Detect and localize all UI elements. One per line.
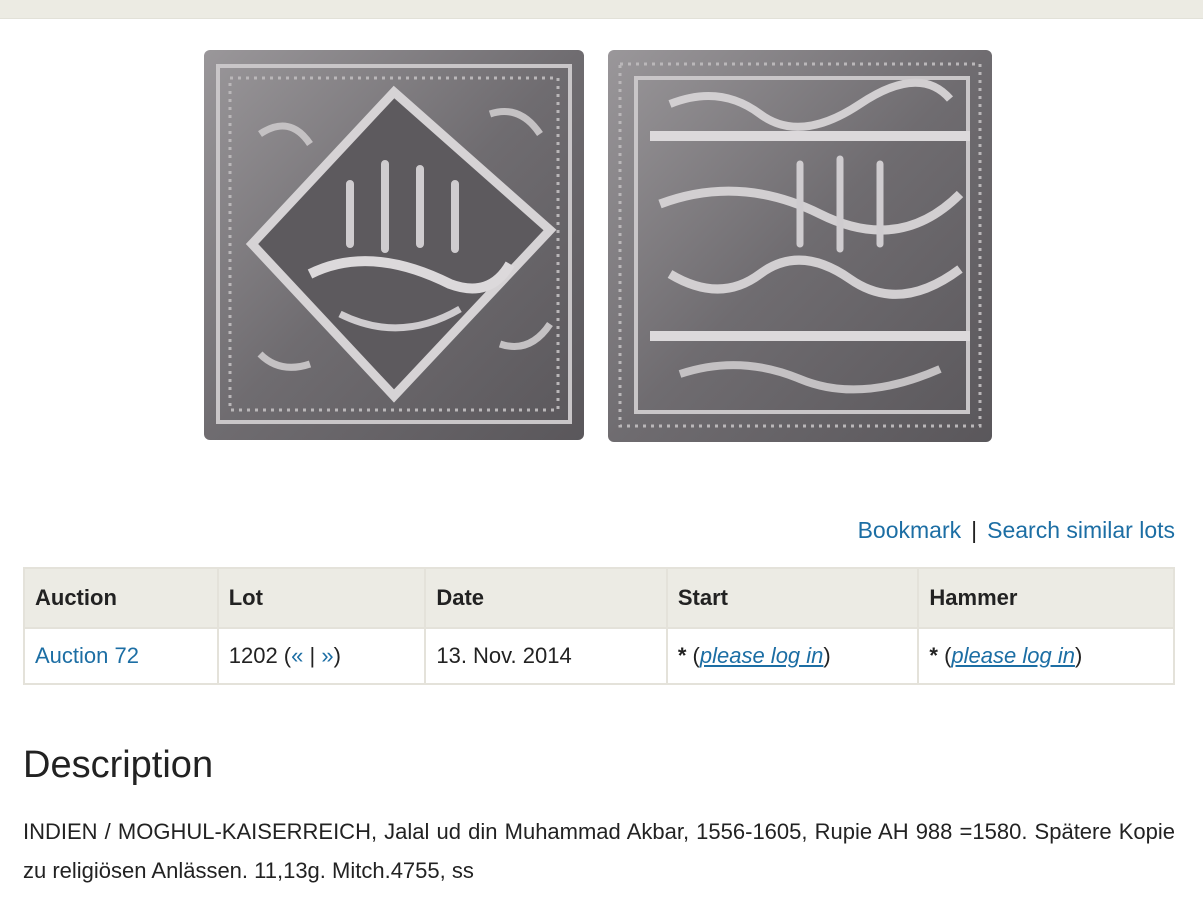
coin-image (204, 50, 992, 442)
description-heading: Description (23, 744, 214, 786)
hammer-asterisk: * (929, 643, 938, 668)
start-login-link[interactable]: please log in (700, 643, 824, 668)
lot-nav-separator: | (309, 643, 316, 668)
actions-separator: | (971, 517, 978, 543)
coin-reverse (608, 50, 992, 442)
hammer-login-link[interactable]: please log in (951, 643, 1075, 668)
header-hammer: Hammer (917, 567, 1175, 629)
cell-start: * (please log in) (665, 627, 920, 685)
lot-actions: Bookmark | Search similar lots (858, 515, 1175, 545)
cell-hammer: * (please log in) (917, 627, 1175, 685)
lot-info-table: Auction Lot Date Start Hammer Auction 72… (23, 567, 1175, 685)
header-date: Date (424, 567, 668, 629)
table-header-row: Auction Lot Date Start Hammer (23, 567, 1175, 629)
bookmark-link[interactable]: Bookmark (858, 517, 962, 543)
cell-lot: 1202 (« | ») (216, 627, 427, 685)
next-lot-link[interactable]: » (321, 643, 333, 668)
lot-number: 1202 (228, 643, 278, 668)
coin-obverse (204, 50, 584, 440)
start-asterisk: * (677, 643, 687, 668)
header-lot: Lot (216, 567, 427, 629)
auction-link[interactable]: Auction 72 (35, 643, 139, 668)
header-start: Start (665, 567, 920, 629)
cell-auction: Auction 72 (23, 627, 219, 685)
description-text: INDIEN / MOGHUL-KAISERREICH, Jalal ud di… (23, 819, 1175, 883)
top-strip (0, 0, 1203, 19)
previous-lot-link[interactable]: « (291, 643, 303, 668)
cell-date: 13. Nov. 2014 (424, 627, 668, 685)
header-auction: Auction (23, 567, 219, 629)
table-row: Auction 72 1202 (« | ») 13. Nov. 2014 * … (23, 627, 1175, 685)
search-similar-lots-link[interactable]: Search similar lots (987, 517, 1175, 543)
